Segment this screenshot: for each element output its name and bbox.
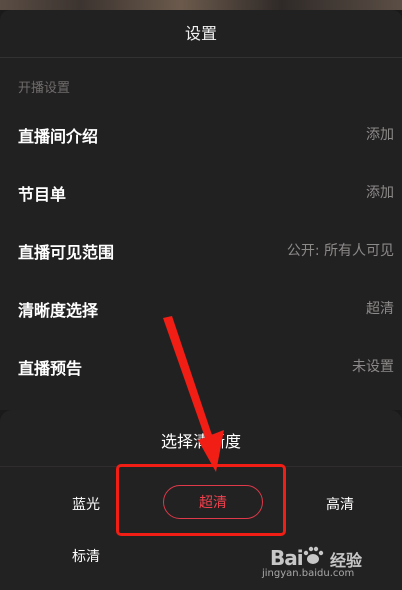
sheet-title: 选择清晰度	[160, 432, 241, 451]
row-label: 节目单	[18, 185, 67, 204]
paw-icon	[303, 546, 324, 564]
watermark: Bai 经验 jingyan.baidu.com	[262, 542, 382, 590]
title-divider	[0, 57, 402, 58]
option-hd[interactable]: 高清	[314, 494, 366, 514]
row-live-intro[interactable]: 直播间介绍 添加	[0, 113, 402, 153]
highlight-box	[116, 464, 286, 536]
row-label: 清晰度选择	[18, 301, 99, 320]
row-label: 直播预告	[18, 359, 83, 378]
row-value: 添加	[366, 185, 394, 201]
watermark-brand: Bai	[270, 546, 304, 570]
option-sd[interactable]: 标清	[60, 546, 112, 566]
row-value: 公开: 所有人可见	[286, 243, 394, 259]
option-bluray[interactable]: 蓝光	[60, 494, 112, 514]
watermark-url: jingyan.baidu.com	[262, 568, 355, 579]
row-preview[interactable]: 直播预告 未设置	[0, 345, 402, 385]
row-program-list[interactable]: 节目单 添加	[0, 171, 402, 211]
row-value: 添加	[366, 127, 394, 143]
row-label: 直播间介绍	[18, 127, 99, 146]
section-header: 开播设置	[18, 81, 71, 96]
background-photo-strip	[0, 0, 402, 10]
row-quality[interactable]: 清晰度选择 超清	[0, 287, 402, 327]
row-visibility[interactable]: 直播可见范围 公开: 所有人可见	[0, 229, 402, 269]
page-title: 设置	[184, 24, 217, 43]
settings-panel: 设置 开播设置 直播间介绍 添加 节目单 添加 直播可见范围 公开: 所有人可见…	[0, 10, 402, 410]
row-value: 未设置	[352, 359, 394, 375]
row-label: 直播可见范围	[18, 243, 115, 262]
row-value: 超清	[366, 301, 394, 317]
